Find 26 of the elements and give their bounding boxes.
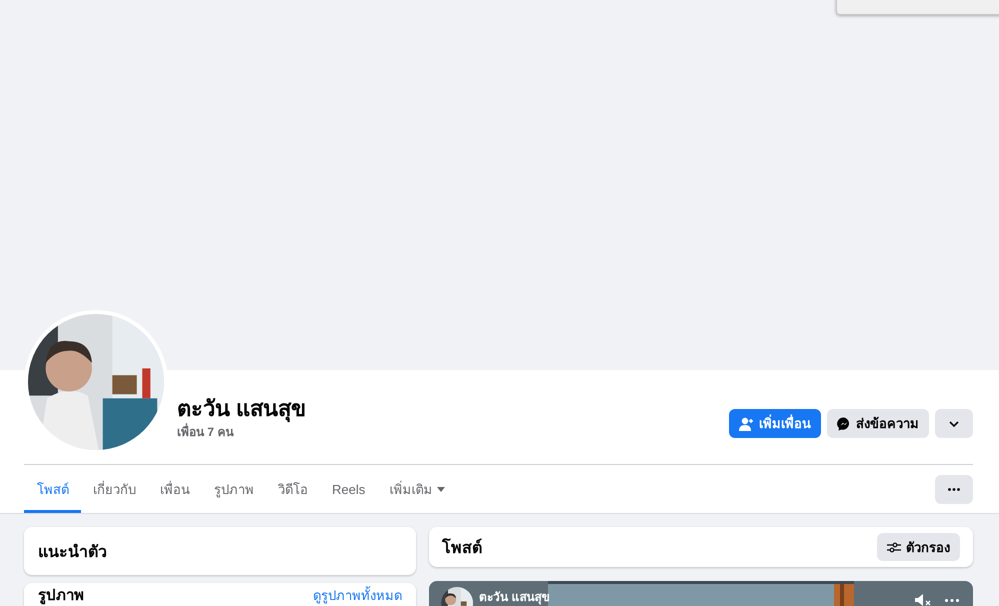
post-author[interactable]: ตะวัน แสนสุข [479,586,550,606]
message-button[interactable]: ส่งข้อความ [827,409,929,438]
chevron-down-icon [949,420,959,426]
profile-tab[interactable]: เพื่อน [148,465,202,513]
add-friend-button[interactable]: เพิ่มเพื่อน [729,409,821,438]
profile-tab[interactable]: เกี่ยวกับ [81,465,148,513]
messenger-icon [837,416,851,430]
more-icon [948,488,960,490]
sliders-icon [887,542,901,552]
muted-speaker-icon[interactable] [915,593,933,606]
card-title: รูปภาพ [38,586,84,606]
profile-tab[interactable]: Reels [320,465,378,513]
card-title: โพสต์ [442,537,482,558]
profile-tab[interactable]: เพิ่มเติม [377,465,458,513]
filter-button[interactable]: ตัวกรอง [877,533,960,561]
caret-icon [437,486,446,492]
see-all-photos-link[interactable]: ดูรูปภาพทั้งหมด [313,586,402,606]
friends-count[interactable]: เพื่อน 7 คน [177,424,306,440]
profile-name: ตะวัน แสนสุข [177,395,306,423]
card-title: แนะนำตัว [38,542,107,562]
add-friend-icon [739,416,754,430]
profile-tab[interactable]: โพสต์ [24,465,81,513]
profile-tab[interactable]: รูปภาพ [202,465,266,513]
more-options-button[interactable] [935,474,973,504]
more-icon[interactable] [945,598,959,602]
profile-tab[interactable]: วิดีโอ [266,465,320,513]
